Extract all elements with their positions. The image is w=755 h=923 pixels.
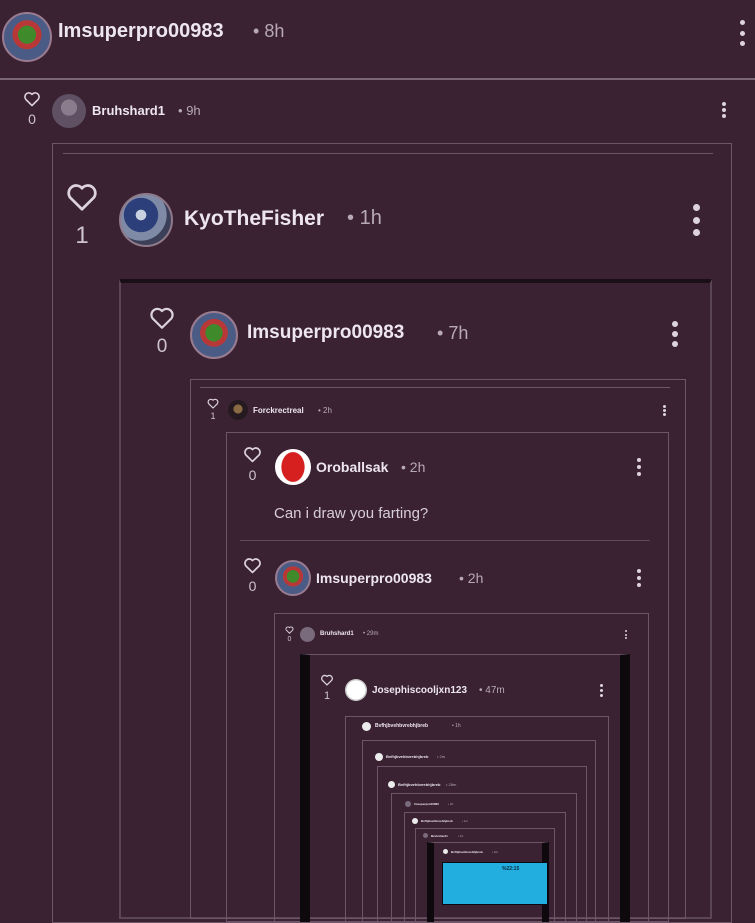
avatar[interactable] — [275, 560, 311, 596]
username[interactable]: Bruhshard1 — [431, 834, 448, 838]
post-time: • 28m — [446, 782, 457, 787]
post-time: • 2m — [492, 850, 499, 854]
heart-icon[interactable] — [243, 446, 262, 463]
avatar[interactable] — [190, 311, 238, 359]
avatar[interactable] — [412, 818, 418, 824]
avatar[interactable] — [300, 627, 315, 642]
username[interactable]: Bvfhjbvehbvrebhjbreb — [386, 754, 428, 759]
avatar[interactable] — [275, 449, 311, 485]
like-count: 0 — [28, 111, 36, 127]
post-time: • 2m — [437, 754, 446, 759]
like-count: 1 — [210, 411, 216, 421]
username[interactable]: Bvfhjbvehbvrebhjbreb — [375, 723, 428, 729]
post-time: • 29m — [363, 631, 379, 637]
avatar[interactable] — [2, 12, 52, 62]
more-vertical-icon[interactable] — [671, 321, 679, 347]
divider — [200, 387, 670, 388]
more-vertical-icon[interactable] — [624, 630, 627, 639]
post-time: • 1h — [347, 207, 382, 229]
avatar[interactable] — [388, 781, 395, 788]
post-time: • 7h — [437, 323, 469, 343]
post-time: • 8h — [253, 21, 285, 41]
avatar[interactable] — [119, 193, 173, 247]
comment-text: Can i draw you farting? — [274, 505, 429, 522]
heart-icon[interactable] — [243, 557, 262, 574]
username[interactable]: Oroballsak — [316, 459, 388, 475]
username[interactable]: Imsuperpro00983 — [414, 802, 439, 806]
like-count: 0 — [248, 578, 257, 594]
like-count: 1 — [323, 690, 331, 702]
avatar[interactable] — [228, 400, 248, 420]
avatar[interactable] — [52, 94, 86, 128]
heart-icon[interactable] — [285, 626, 294, 634]
post-time: • 2h — [318, 406, 332, 415]
heart-icon[interactable] — [320, 674, 334, 686]
more-vertical-icon[interactable] — [691, 204, 701, 236]
post-time: • 9h — [178, 103, 201, 118]
username[interactable]: Bvfhjbvehbvrebhjbreb — [451, 850, 483, 854]
post-time: • 2h — [401, 459, 426, 475]
post-time: • 1h — [452, 723, 461, 729]
username[interactable]: Bvfhjbvehbvrebhjbreb — [398, 782, 440, 787]
like-count: 0 — [156, 336, 168, 357]
username[interactable]: Forckrectreal — [253, 406, 304, 415]
username[interactable]: Imsuperpro00983 — [247, 322, 404, 344]
post-time: • 47m — [479, 685, 505, 696]
post-time: • 2h — [459, 570, 484, 586]
username[interactable]: Bvfhjbvehbvrebhjbreb — [421, 819, 453, 823]
username[interactable]: Imsuperpro00983 — [316, 570, 432, 586]
avatar[interactable] — [345, 679, 367, 701]
more-vertical-icon[interactable] — [636, 458, 641, 476]
screen-corner-text: %22:15 — [502, 866, 520, 872]
username[interactable]: Imsuperpro00983 — [58, 20, 224, 43]
avatar[interactable] — [362, 722, 371, 731]
more-vertical-icon[interactable] — [636, 569, 641, 587]
more-vertical-icon[interactable] — [662, 405, 666, 416]
more-vertical-icon[interactable] — [737, 20, 747, 46]
more-vertical-icon[interactable] — [599, 684, 603, 697]
post-time: • 2h — [448, 802, 454, 806]
username[interactable]: Bruhshard1 — [92, 103, 165, 118]
more-vertical-icon[interactable] — [721, 102, 727, 118]
like-count: 0 — [248, 467, 257, 483]
heart-icon[interactable] — [207, 398, 219, 409]
heart-icon[interactable] — [149, 306, 175, 330]
post-time: • 1h — [458, 834, 464, 838]
heart-icon[interactable] — [23, 91, 41, 107]
username[interactable]: KyoTheFisher — [184, 207, 324, 231]
recursive-screen-preview — [442, 862, 548, 905]
avatar[interactable] — [405, 801, 411, 807]
avatar[interactable] — [375, 753, 383, 761]
like-count: 1 — [75, 222, 89, 249]
avatar[interactable] — [443, 849, 448, 854]
heart-icon[interactable] — [65, 182, 99, 212]
divider — [240, 540, 650, 541]
username[interactable]: Bruhshard1 — [320, 631, 354, 637]
like-count: 0 — [287, 636, 292, 643]
avatar[interactable] — [423, 833, 428, 838]
post-time: • 1m — [462, 819, 469, 823]
divider — [63, 153, 713, 154]
username[interactable]: Josephiscooljxn123 — [372, 685, 467, 696]
